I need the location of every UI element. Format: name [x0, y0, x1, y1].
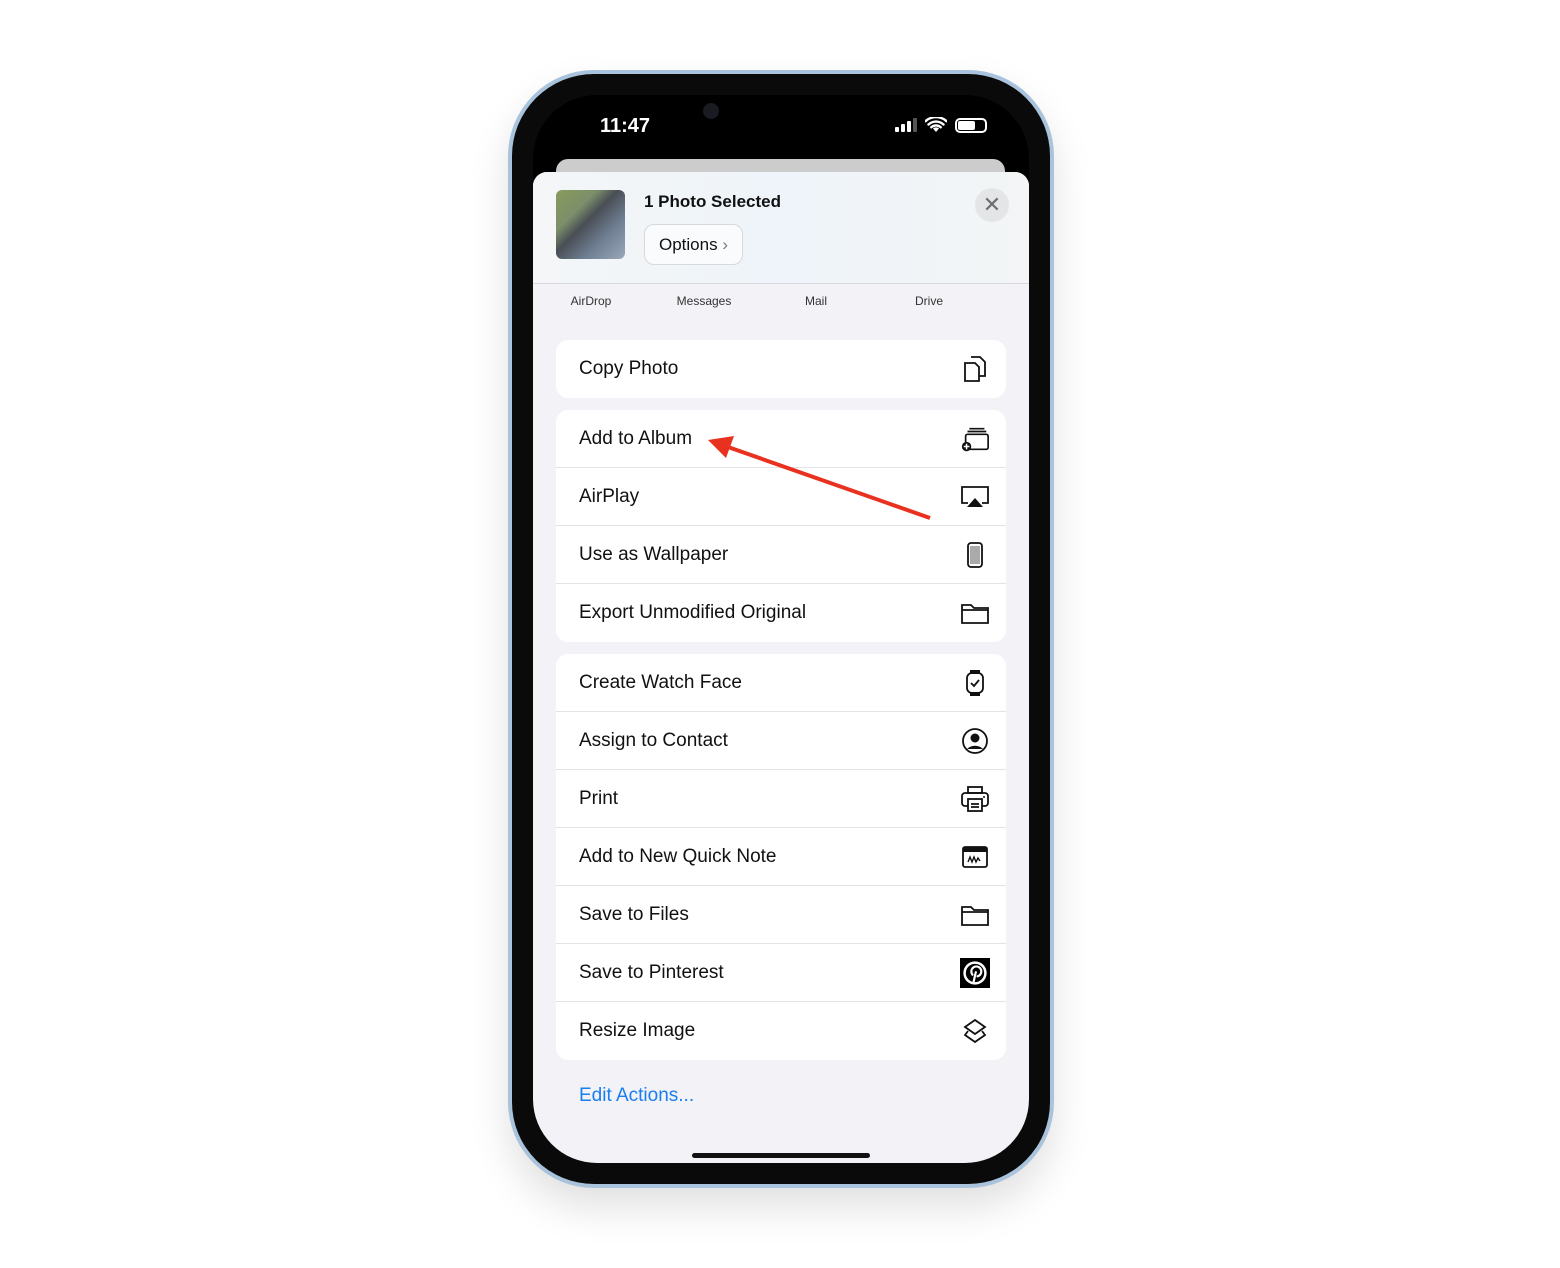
annotation-arrow [708, 436, 931, 520]
